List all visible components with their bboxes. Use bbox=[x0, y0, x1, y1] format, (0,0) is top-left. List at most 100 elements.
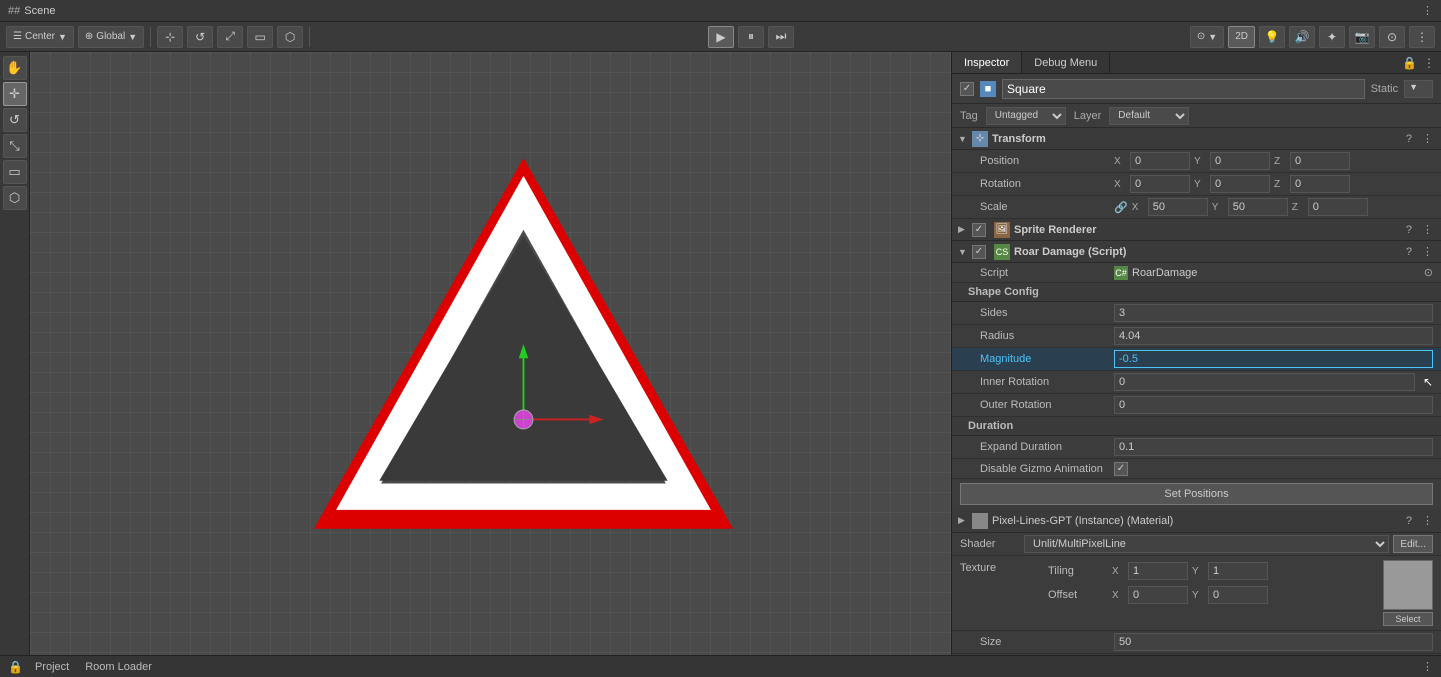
tool-scale[interactable]: ⤡ bbox=[3, 134, 27, 158]
disable-gizmo-checkbox[interactable] bbox=[1114, 462, 1128, 476]
pause-btn[interactable]: ⏸ bbox=[738, 26, 764, 48]
sprite-renderer-help-btn[interactable]: ? bbox=[1404, 224, 1414, 236]
toolbar-gizmo-btn[interactable]: ⊙ bbox=[1379, 26, 1405, 48]
roar-damage-checkbox[interactable] bbox=[972, 245, 986, 259]
shader-dropdown[interactable]: Unlit/MultiPixelLine bbox=[1024, 535, 1389, 553]
texture-label: Texture bbox=[960, 560, 1040, 574]
pos-x-input[interactable] bbox=[1130, 152, 1190, 170]
chevron-down-icon2: ▼ bbox=[128, 32, 137, 42]
transform-more-btn[interactable]: ⋮ bbox=[1420, 132, 1435, 145]
toolbar-more-btn[interactable]: ⋮ bbox=[1409, 26, 1435, 48]
tag-dropdown[interactable]: Untagged bbox=[986, 107, 1066, 125]
size-input[interactable] bbox=[1114, 633, 1433, 651]
gizmo-sphere-icon: ⊙ bbox=[1197, 31, 1205, 42]
toolbar-2d-btn[interactable]: 2D bbox=[1228, 26, 1255, 48]
toolbar-custom-btn[interactable]: ⬡ bbox=[277, 26, 303, 48]
tab-debug[interactable]: Debug Menu bbox=[1022, 52, 1110, 73]
toolbar-light-btn[interactable]: 💡 bbox=[1259, 26, 1285, 48]
pos-z-input[interactable] bbox=[1290, 152, 1350, 170]
inner-rotation-row: Inner Rotation ↖ bbox=[952, 371, 1441, 394]
inspector-panel: Inspector Debug Menu 🔒 ⋮ ■ Static ▼ bbox=[951, 52, 1441, 655]
go-cube-icon: ■ bbox=[980, 81, 996, 97]
bottom-more-btn[interactable]: ⋮ bbox=[1422, 660, 1433, 673]
expand-duration-input[interactable] bbox=[1114, 438, 1433, 456]
material-more-btn[interactable]: ⋮ bbox=[1420, 514, 1435, 527]
material-header[interactable]: ▶ Pixel-Lines-GPT (Instance) (Material) … bbox=[952, 509, 1441, 533]
toolbar-hand-btn[interactable]: ☰ Center ▼ bbox=[6, 26, 74, 48]
disable-gizmo-row: Disable Gizmo Animation bbox=[952, 459, 1441, 479]
roar-damage-header[interactable]: ▼ CS Roar Damage (Script) ? ⋮ bbox=[952, 241, 1441, 263]
offset-y-input[interactable] bbox=[1208, 586, 1268, 604]
lock-btn[interactable]: 🔒 bbox=[1402, 56, 1417, 70]
sprite-renderer-more-btn[interactable]: ⋮ bbox=[1420, 223, 1435, 236]
transform-actions: ? ⋮ bbox=[1404, 132, 1435, 145]
shader-edit-btn[interactable]: Edit... bbox=[1393, 535, 1433, 553]
magnitude-input[interactable] bbox=[1114, 350, 1433, 368]
go-enabled-checkbox[interactable] bbox=[960, 82, 974, 96]
offset-x-input[interactable] bbox=[1128, 586, 1188, 604]
radius-input[interactable] bbox=[1114, 327, 1433, 345]
toolbar-global-btn[interactable]: ⊕ Global ▼ bbox=[78, 26, 144, 48]
go-name-input[interactable] bbox=[1002, 79, 1365, 99]
tool-rotate[interactable]: ↺ bbox=[3, 108, 27, 132]
rotation-row: Rotation X Y Z bbox=[952, 173, 1441, 196]
sprite-renderer-header[interactable]: ▶ 🖼 Sprite Renderer ? ⋮ bbox=[952, 219, 1441, 241]
scene-canvas[interactable] bbox=[30, 52, 951, 655]
chevron-down-icon3: ▼ bbox=[1208, 32, 1217, 42]
script-dot-menu[interactable]: ⊙ bbox=[1424, 266, 1433, 279]
toolbar-gizmo-dropdown[interactable]: ⊙ ▼ bbox=[1190, 26, 1224, 48]
material-title: Pixel-Lines-GPT (Instance) (Material) bbox=[992, 515, 1400, 527]
texture-select-btn[interactable]: Select bbox=[1383, 612, 1433, 626]
static-dropdown[interactable]: ▼ bbox=[1404, 80, 1433, 98]
project-tab[interactable]: Project bbox=[31, 661, 73, 673]
custom-tool-icon: ⬡ bbox=[9, 190, 20, 206]
toolbar-audio-btn[interactable]: 🔊 bbox=[1289, 26, 1315, 48]
toolbar-cam-btn[interactable]: 📷 bbox=[1349, 26, 1375, 48]
material-help-btn[interactable]: ? bbox=[1404, 515, 1414, 527]
scale-x-input[interactable] bbox=[1148, 198, 1208, 216]
position-values: X Y Z bbox=[1114, 152, 1433, 170]
toolbar-move-btn[interactable]: ⊹ bbox=[157, 26, 183, 48]
tiling-y-input[interactable] bbox=[1208, 562, 1268, 580]
step-btn[interactable]: ⏭ bbox=[768, 26, 794, 48]
rot-z-input[interactable] bbox=[1290, 175, 1350, 193]
toolbar-rotate-btn[interactable]: ↺ bbox=[187, 26, 213, 48]
roar-damage-icon: CS bbox=[994, 244, 1010, 260]
tool-custom[interactable]: ⬡ bbox=[3, 186, 27, 210]
scale-z-input[interactable] bbox=[1308, 198, 1368, 216]
toolbar-fx-btn[interactable]: ✦ bbox=[1319, 26, 1345, 48]
outer-rotation-input[interactable] bbox=[1114, 396, 1433, 414]
inner-rotation-input[interactable] bbox=[1114, 373, 1415, 391]
layer-dropdown[interactable]: Default bbox=[1109, 107, 1189, 125]
inspector-more-btn[interactable]: ⋮ bbox=[1423, 56, 1435, 70]
tool-move[interactable]: ✛ bbox=[3, 82, 27, 106]
toolbar-rect-btn[interactable]: ▭ bbox=[247, 26, 273, 48]
tiling-x-input[interactable] bbox=[1128, 562, 1188, 580]
roar-damage-help-btn[interactable]: ? bbox=[1404, 246, 1414, 258]
scene-title: ## Scene bbox=[8, 5, 55, 17]
sprite-renderer-checkbox[interactable] bbox=[972, 223, 986, 237]
scene-view[interactable] bbox=[30, 52, 951, 655]
rot-y-input[interactable] bbox=[1210, 175, 1270, 193]
rot-x-input[interactable] bbox=[1130, 175, 1190, 193]
scale-values: 🔗 X Y Z bbox=[1114, 198, 1433, 216]
sides-input[interactable] bbox=[1114, 304, 1433, 322]
sides-label: Sides bbox=[980, 307, 1110, 319]
rot-y-label: Y bbox=[1194, 179, 1206, 190]
scale-y-input[interactable] bbox=[1228, 198, 1288, 216]
set-positions-btn[interactable]: Set Positions bbox=[960, 483, 1433, 505]
toolbar-scale-btn[interactable]: ⤢ bbox=[217, 26, 243, 48]
play-btn[interactable]: ▶ bbox=[708, 26, 734, 48]
roar-damage-actions: ? ⋮ bbox=[1404, 245, 1435, 258]
tab-inspector[interactable]: Inspector bbox=[952, 52, 1022, 73]
tool-hand[interactable]: ✋ bbox=[3, 56, 27, 80]
roar-damage-more-btn[interactable]: ⋮ bbox=[1420, 245, 1435, 258]
move-tool-icon: ✛ bbox=[9, 86, 20, 102]
scene-more-btn[interactable]: ⋮ bbox=[1422, 4, 1433, 17]
transform-header[interactable]: ▼ ⊹ Transform ? ⋮ bbox=[952, 128, 1441, 150]
tool-rect[interactable]: ▭ bbox=[3, 160, 27, 184]
roomloader-tab[interactable]: Room Loader bbox=[81, 661, 156, 673]
pos-y-input[interactable] bbox=[1210, 152, 1270, 170]
scale-x-label: X bbox=[1132, 202, 1144, 213]
transform-help-btn[interactable]: ? bbox=[1404, 133, 1414, 145]
